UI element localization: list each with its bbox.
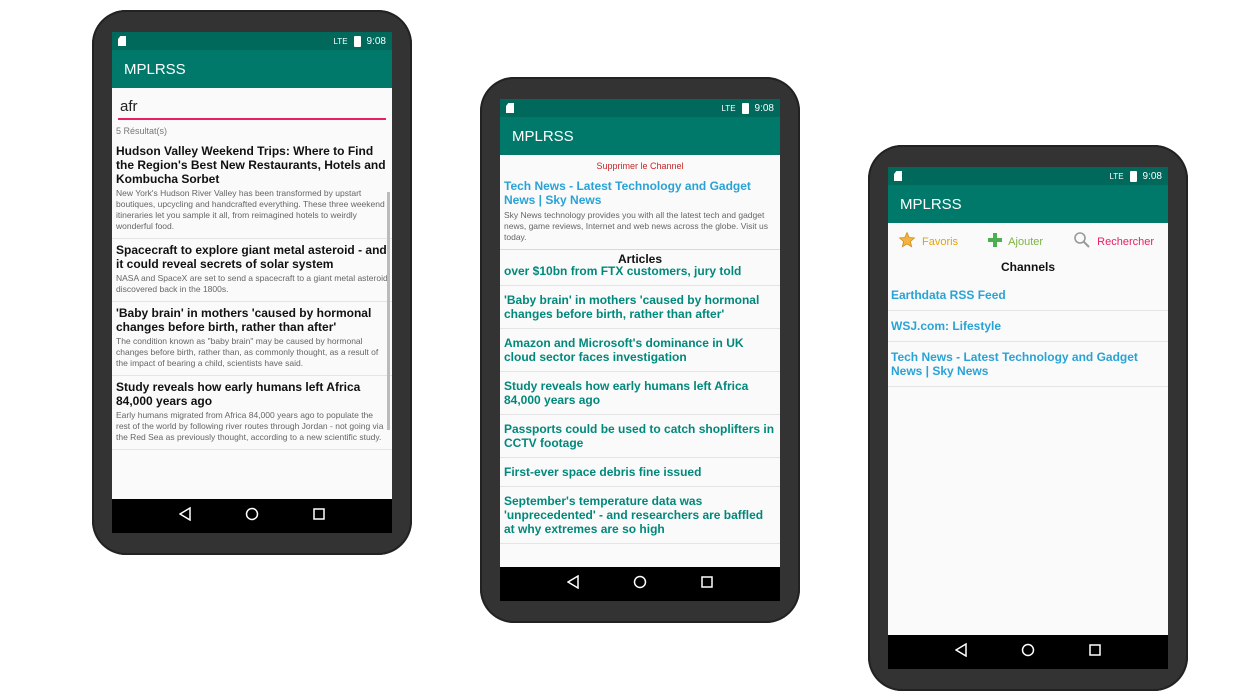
channel-item[interactable]: Tech News - Latest Technology and Gadget… <box>888 342 1168 387</box>
search-label: Rechercher <box>1097 235 1154 248</box>
app-bar: MPLRSS <box>888 185 1168 223</box>
result-item[interactable]: 'Baby brain' in mothers 'caused by hormo… <box>112 302 392 376</box>
battery-icon <box>353 35 361 47</box>
signal-icon: LTE <box>1109 171 1124 181</box>
screen: LTE 9:08 MPLRSS Favoris Ajouter Recherch… <box>888 167 1168 669</box>
recents-icon[interactable] <box>1089 643 1101 661</box>
signal-icon: LTE <box>721 103 736 113</box>
result-desc: The condition known as "baby brain" may … <box>116 336 379 368</box>
back-icon[interactable] <box>178 506 191 526</box>
result-title: Hudson Valley Weekend Trips: Where to Fi… <box>116 144 386 186</box>
app-title: MPLRSS <box>124 60 186 78</box>
app-title: MPLRSS <box>512 127 574 145</box>
channel-item[interactable]: Earthdata RSS Feed <box>888 280 1168 311</box>
status-time: 9:08 <box>1142 170 1162 182</box>
app-bar: MPLRSS <box>112 50 392 88</box>
channel-item[interactable]: WSJ.com: Lifestyle <box>888 311 1168 342</box>
result-desc: Early humans migrated from Africa 84,000… <box>116 410 384 442</box>
article-item[interactable]: 'Baby brain' in mothers 'caused by hormo… <box>500 286 780 329</box>
favorites-label: Favoris <box>922 235 959 248</box>
phone-search: LTE 9:08 MPLRSS 5 Résultat(s) Hudson Val… <box>92 10 412 555</box>
recents-icon[interactable] <box>313 507 325 525</box>
article-item[interactable]: Study reveals how early humans left Afri… <box>500 372 780 415</box>
article-item[interactable]: Passports could be used to catch shoplif… <box>500 415 780 458</box>
plus-icon <box>988 233 1003 250</box>
result-desc: New York's Hudson River Valley has been … <box>116 188 385 231</box>
add-label: Ajouter <box>1008 235 1044 248</box>
article-item[interactable]: Amazon and Microsoft's dominance in UK c… <box>500 329 780 372</box>
article-item[interactable]: September's temperature data was 'unprec… <box>500 487 780 544</box>
result-title: Spacecraft to explore giant metal astero… <box>116 243 387 271</box>
result-item[interactable]: Spacecraft to explore giant metal astero… <box>112 239 392 302</box>
home-icon[interactable] <box>245 507 259 526</box>
channels-heading: Channels <box>1000 260 1055 274</box>
sim-icon <box>118 36 126 46</box>
nav-bar <box>888 635 1168 669</box>
status-time: 9:08 <box>366 35 386 47</box>
home-icon[interactable] <box>1021 643 1035 662</box>
status-bar: LTE 9:08 <box>888 167 1168 185</box>
phone-channels: LTE 9:08 MPLRSS Favoris Ajouter Recherch… <box>868 145 1188 691</box>
articles-heading: Articles <box>617 252 663 266</box>
screen: LTE 9:08 MPLRSS 5 Résultat(s) Hudson Val… <box>112 32 392 533</box>
search-input[interactable] <box>118 96 386 120</box>
app-title: MPLRSS <box>900 195 962 213</box>
search-icon <box>1073 231 1091 252</box>
home-icon[interactable] <box>633 575 647 594</box>
back-icon[interactable] <box>566 574 579 594</box>
scrollbar[interactable] <box>387 192 390 430</box>
search-container <box>112 88 392 120</box>
result-desc: NASA and SpaceX are set to send a spacec… <box>116 273 388 294</box>
nav-bar <box>112 499 392 533</box>
status-bar: LTE 9:08 <box>112 32 392 50</box>
status-bar: LTE 9:08 <box>500 99 780 117</box>
battery-icon <box>741 102 749 114</box>
channel-description: Sky News technology provides you with al… <box>500 207 780 250</box>
results-count: 5 Résultat(s) <box>116 126 168 136</box>
screen: LTE 9:08 MPLRSS Supprimer le Channel Tec… <box>500 99 780 601</box>
recents-icon[interactable] <box>701 575 713 593</box>
result-title: Study reveals how early humans left Afri… <box>116 380 361 408</box>
articles-list: over $10bn from FTX customers, jury told… <box>500 264 780 544</box>
nav-bar <box>500 567 780 601</box>
sim-icon <box>506 103 514 113</box>
results-list: Hudson Valley Weekend Trips: Where to Fi… <box>112 140 392 450</box>
article-item[interactable]: First-ever space debris fine issued <box>500 458 780 487</box>
back-icon[interactable] <box>954 642 967 662</box>
favorites-button[interactable]: Favoris <box>898 231 958 252</box>
delete-channel-button[interactable]: Supprimer le Channel <box>500 155 780 175</box>
add-button[interactable]: Ajouter <box>988 233 1043 250</box>
search-button[interactable]: Rechercher <box>1073 231 1154 252</box>
result-item[interactable]: Hudson Valley Weekend Trips: Where to Fi… <box>112 140 392 239</box>
channel-title: Tech News - Latest Technology and Gadget… <box>504 179 751 207</box>
sim-icon <box>894 171 902 181</box>
result-title: 'Baby brain' in mothers 'caused by hormo… <box>116 306 372 334</box>
status-time: 9:08 <box>754 102 774 114</box>
battery-icon <box>1129 170 1137 182</box>
star-icon <box>898 231 916 252</box>
channels-list: Earthdata RSS Feed WSJ.com: Lifestyle Te… <box>888 280 1168 387</box>
article-item[interactable]: over $10bn from FTX customers, jury told <box>500 264 780 286</box>
app-bar: MPLRSS <box>500 117 780 155</box>
toolbar: Favoris Ajouter Rechercher <box>888 223 1168 258</box>
phone-channel-detail: LTE 9:08 MPLRSS Supprimer le Channel Tec… <box>480 77 800 623</box>
signal-icon: LTE <box>333 36 348 46</box>
result-item[interactable]: Study reveals how early humans left Afri… <box>112 376 392 450</box>
